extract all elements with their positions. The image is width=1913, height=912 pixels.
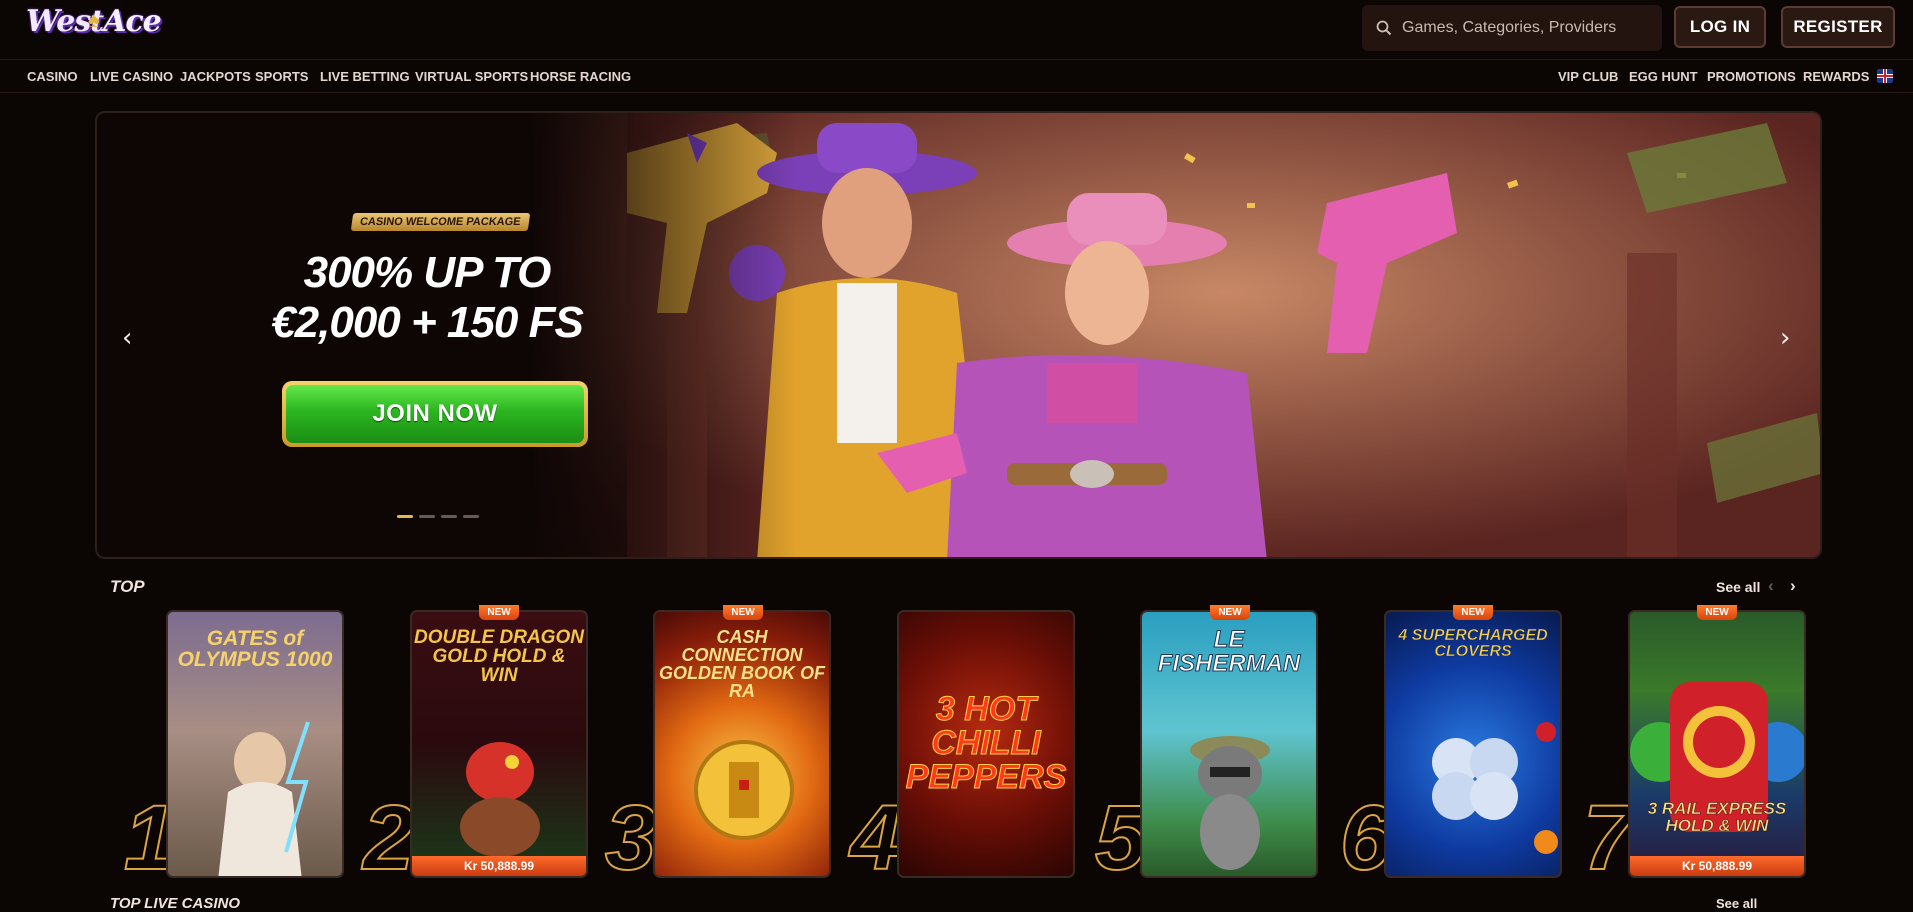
see-all-link[interactable]: See all bbox=[1716, 896, 1757, 911]
game-title: 3 RAIL EXPRESS HOLD & WIN bbox=[1647, 799, 1787, 835]
game-title: 3 HOT CHILLI PEPPERS bbox=[905, 690, 1067, 796]
uk-flag-icon[interactable] bbox=[1877, 69, 1893, 83]
slide-dot[interactable] bbox=[463, 515, 479, 518]
new-badge: NEW bbox=[479, 605, 519, 620]
rank-number: 5 bbox=[1094, 787, 1147, 889]
nav-horse-racing[interactable]: HORSE RACING bbox=[530, 69, 631, 84]
slide-indicators bbox=[397, 515, 479, 518]
golden-book-illustration bbox=[694, 740, 794, 840]
nav-live-betting[interactable]: LIVE BETTING bbox=[320, 69, 410, 84]
chevron-right-icon[interactable]: › bbox=[1790, 576, 1796, 596]
new-badge: NEW bbox=[723, 605, 763, 620]
train-illustration bbox=[1630, 682, 1804, 832]
crystal-clover-illustration bbox=[1432, 722, 1558, 854]
search-bar[interactable] bbox=[1362, 5, 1662, 51]
game-card-3-hot-chilli-peppers[interactable]: 3 HOT CHILLI PEPPERS bbox=[897, 610, 1075, 878]
nav-live-casino[interactable]: LIVE CASINO bbox=[90, 69, 173, 84]
rank-number: 2 bbox=[362, 787, 415, 889]
nav-jackpots[interactable]: JACKPOTS bbox=[180, 69, 251, 84]
promo-headline-line1: 300% UP TO bbox=[303, 248, 552, 297]
game-card-gates-of-olympus[interactable]: GATES of OLYMPUS 1000 bbox=[166, 610, 344, 878]
jackpot-amount: Kr 50,888.99 bbox=[1630, 856, 1804, 876]
login-button[interactable]: LOG IN bbox=[1674, 6, 1766, 48]
dragon-illustration bbox=[460, 742, 540, 857]
promo-badge: CASINO WELCOME PACKAGE bbox=[350, 213, 530, 231]
chevron-left-icon[interactable]: ‹ bbox=[122, 323, 132, 353]
nav-vip-club[interactable]: VIP CLUB bbox=[1558, 69, 1618, 84]
game-card-3-rail-express[interactable]: 3 RAIL EXPRESS HOLD & WIN Kr 50,888.99 bbox=[1628, 610, 1806, 878]
rank-number: 7 bbox=[1582, 787, 1635, 889]
game-card-4-supercharged-clovers[interactable]: 4 SUPERCHARGED CLOVERS bbox=[1384, 610, 1562, 878]
raccoon-fisherman-illustration bbox=[1190, 736, 1270, 870]
game-card-golden-book-of-ra[interactable]: CASH CONNECTION GOLDEN BOOK OF RA bbox=[653, 610, 831, 878]
search-input[interactable] bbox=[1402, 19, 1642, 37]
join-now-button[interactable]: JOIN NOW bbox=[282, 381, 588, 447]
section-title-top-live-casino: TOP LIVE CASINO bbox=[110, 895, 241, 912]
main-nav: CASINO LIVE CASINO JACKPOTS SPORTS LIVE … bbox=[0, 59, 1913, 93]
hero-banner[interactable]: CASINO WELCOME PACKAGE 300% UP TO €2,000… bbox=[95, 111, 1822, 559]
nav-virtual-sports[interactable]: VIRTUAL SPORTS bbox=[415, 69, 528, 84]
register-button[interactable]: REGISTER bbox=[1781, 6, 1895, 48]
slide-dot[interactable] bbox=[397, 515, 413, 518]
chevron-left-icon[interactable]: ‹ bbox=[1768, 576, 1774, 596]
spade-icon: ♠ bbox=[88, 7, 100, 32]
nav-casino[interactable]: CASINO bbox=[27, 69, 78, 84]
nav-rewards[interactable]: REWARDS bbox=[1803, 69, 1869, 84]
game-card-double-dragon-gold[interactable]: DOUBLE DRAGON GOLD HOLD & WIN Kr 50,888.… bbox=[410, 610, 588, 878]
nav-sports[interactable]: SPORTS bbox=[255, 69, 308, 84]
zeus-illustration bbox=[218, 721, 310, 876]
search-icon bbox=[1376, 20, 1392, 36]
new-badge: NEW bbox=[1210, 605, 1250, 620]
slide-dot[interactable] bbox=[419, 515, 435, 518]
rank-number: 3 bbox=[604, 787, 657, 889]
cowboy-couple-illustration bbox=[627, 113, 1820, 557]
game-card-le-fisherman[interactable]: LE FISHERMAN bbox=[1140, 610, 1318, 878]
jackpot-amount: Kr 50,888.99 bbox=[412, 856, 586, 876]
nav-promotions[interactable]: PROMOTIONS bbox=[1707, 69, 1796, 84]
promo-headline-line2: €2,000 + 150 FS bbox=[271, 298, 584, 347]
section-title-top: TOP bbox=[110, 577, 145, 596]
rank-number: 4 bbox=[849, 787, 902, 889]
new-badge: NEW bbox=[1453, 605, 1493, 620]
new-badge: NEW bbox=[1697, 605, 1737, 620]
promo-headline: 300% UP TO €2,000 + 150 FS bbox=[247, 248, 607, 348]
see-all-link[interactable]: See all bbox=[1716, 579, 1760, 595]
slide-dot[interactable] bbox=[441, 515, 457, 518]
top-header: WestAce ♠ LOG IN REGISTER bbox=[0, 0, 1913, 58]
nav-egg-hunt[interactable]: EGG HUNT bbox=[1629, 69, 1698, 84]
west-ace-logo[interactable]: WestAce ♠ bbox=[26, 4, 162, 50]
chevron-right-icon[interactable]: › bbox=[1780, 323, 1790, 353]
